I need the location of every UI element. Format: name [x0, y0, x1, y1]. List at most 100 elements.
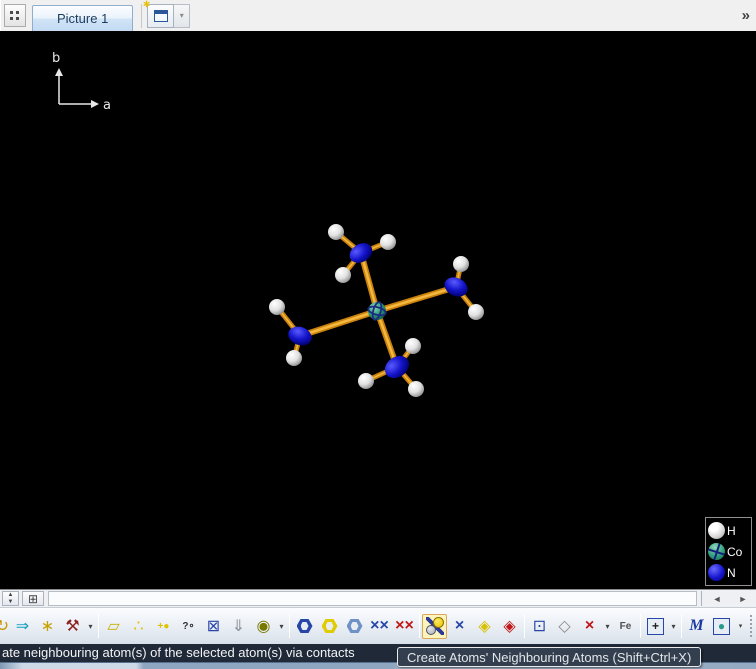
grid-dots-icon [10, 10, 20, 21]
ring-yellow-button[interactable] [317, 614, 342, 639]
magic-wand-icon: ∗ [40, 618, 55, 635]
build-tools-button[interactable]: ⚒ [60, 614, 85, 639]
divider [701, 591, 702, 606]
ask-atom-button[interactable]: ?∘ [176, 614, 201, 639]
tab-overflow-button[interactable]: » [742, 7, 750, 24]
chevron-down-icon: ▾ [179, 11, 184, 20]
measure-m-button[interactable]: M [684, 614, 709, 639]
new-picture-dropdown[interactable]: ▾ [174, 3, 191, 28]
grow-yellow-icon: ◈ [478, 618, 491, 635]
spin-down-icon: ▼ [7, 598, 14, 605]
insert-atoms-icon: ⇓ [231, 618, 246, 635]
bond-atoms-icon [425, 617, 444, 635]
scroll-right-button[interactable]: ► [731, 591, 755, 606]
grow-yellow-button[interactable]: ◈ [472, 614, 497, 639]
eraser-button[interactable]: ▱ [101, 614, 126, 639]
structure-canvas[interactable]: ba H Co N [0, 31, 756, 589]
measure-m-icon: M [689, 617, 704, 634]
ring-blue-button[interactable] [292, 614, 317, 639]
main-toolbar: ↻⇒∗⚒▾▱∴+●?∘⊠⇓◉▾×××××◈◈⊡◇×▾Fe+▾M●▾◤⊕↻ [0, 607, 756, 644]
destroy-blue-button[interactable]: ×× [367, 614, 392, 639]
scroll-left-button[interactable]: ◄ [705, 591, 729, 606]
ring-stack-button[interactable] [342, 614, 367, 639]
atoms [269, 224, 484, 397]
complete-fragments-button[interactable]: × [447, 614, 472, 639]
new-picture-group: ∗ ▾ [141, 0, 191, 28]
atom-H[interactable] [408, 381, 424, 397]
data-sheet-button[interactable]: ⊞ [22, 591, 44, 606]
atom-design-dropdown[interactable]: ▾ [276, 614, 287, 639]
horizontal-scrollbar-track[interactable] [48, 591, 697, 606]
atom-design-button[interactable]: ◉ [251, 614, 276, 639]
toolbar-grip[interactable] [750, 615, 753, 637]
hexagon-icon [322, 619, 338, 633]
toolbar-separator [640, 614, 641, 638]
h-sphere-icon [708, 522, 725, 539]
destroy-polyhedra-button[interactable]: × [577, 614, 602, 639]
atom-Co[interactable] [367, 301, 387, 321]
fill-cell-button[interactable]: ⊠ [201, 614, 226, 639]
update-picture-button[interactable]: ↻ [0, 614, 10, 639]
grow-red-button[interactable]: ◈ [497, 614, 522, 639]
atom-H[interactable] [328, 224, 344, 240]
tooltip: Create Atoms' Neighbouring Atoms (Shift+… [397, 647, 702, 667]
b-axis-label: b [52, 51, 60, 66]
insert-atoms-button[interactable]: ⇓ [226, 614, 251, 639]
destroy-red-button[interactable]: ×× [392, 614, 417, 639]
atom-H[interactable] [269, 299, 285, 315]
toolbar-separator [98, 614, 99, 638]
destroy-polyhedra-dropdown[interactable]: ▾ [602, 614, 613, 639]
axes: ba [52, 51, 111, 113]
copy-picture-button[interactable]: ⇒ [10, 614, 35, 639]
element-fe-icon: Fe [619, 620, 632, 632]
tooltip-text: Create Atoms' Neighbouring Atoms (Shift+… [407, 649, 692, 665]
element-fe-button[interactable]: Fe [613, 614, 638, 639]
atom-H[interactable] [335, 267, 351, 283]
toolbar-options-button[interactable]: ▾ [734, 614, 747, 639]
center-view-dropdown[interactable]: ▾ [668, 614, 679, 639]
scroll-row: ▲ ▼ ⊞ ◄ ► [0, 589, 756, 607]
render-picture-button[interactable]: ● [709, 614, 734, 639]
grow-red-icon: ◈ [503, 618, 516, 635]
legend-item-H: H [708, 522, 749, 539]
layout-button[interactable] [4, 4, 26, 27]
new-picture-button[interactable]: ∗ [142, 0, 175, 28]
atom-H[interactable] [286, 350, 302, 366]
vertical-spin-button[interactable]: ▲ ▼ [2, 591, 19, 606]
application-window: Picture 1 ∗ ▾ » b a H Co N ▲ ▼ ⊞ ◄ ► ⇒ ∗… [0, 0, 756, 669]
magic-wand-button[interactable]: ∗ [35, 614, 60, 639]
toolbar-separator [419, 614, 420, 638]
build-tools-icon: ⚒ [65, 618, 80, 635]
co-sphere-icon [705, 540, 728, 563]
new-window-icon [153, 9, 168, 22]
polyhedra-button[interactable]: ◇ [552, 614, 577, 639]
ask-atom-icon: ?∘ [182, 620, 195, 632]
add-all-atoms-button[interactable]: ∴ [126, 614, 151, 639]
legend-item-N: N [708, 564, 749, 581]
cell-edges-icon: ⊡ [532, 618, 547, 635]
molecule-view[interactable]: ba [0, 31, 756, 589]
add-atom-button[interactable]: +● [151, 614, 176, 639]
atom-H[interactable] [405, 338, 421, 354]
destroy-red-icon: ×× [395, 617, 414, 634]
create-neighbouring-atoms-button[interactable] [422, 613, 447, 639]
atom-H[interactable] [358, 373, 374, 389]
destroy-polyhedra-icon: × [584, 617, 595, 634]
tab-picture-1[interactable]: Picture 1 [32, 5, 134, 31]
toolbar-separator [524, 614, 525, 638]
element-legend: H Co N [705, 517, 752, 586]
bond-highlight [375, 285, 458, 313]
cell-edges-button[interactable]: ⊡ [527, 614, 552, 639]
grid-icon: ⊞ [27, 591, 39, 606]
a-axis-label: a [103, 98, 111, 113]
add-all-atoms-icon: ∴ [133, 618, 144, 635]
build-tools-dropdown[interactable]: ▾ [85, 614, 96, 639]
status-bar: ate neighbouring atom(s) of the selected… [0, 644, 756, 669]
atom-H[interactable] [380, 234, 396, 250]
atom-H[interactable] [468, 304, 484, 320]
center-view-button[interactable]: + [643, 614, 668, 639]
atom-H[interactable] [453, 256, 469, 272]
toolbar-options-icon: ▾ [738, 623, 743, 630]
center-view-icon: + [647, 617, 664, 635]
legend-label: Co [727, 544, 743, 559]
